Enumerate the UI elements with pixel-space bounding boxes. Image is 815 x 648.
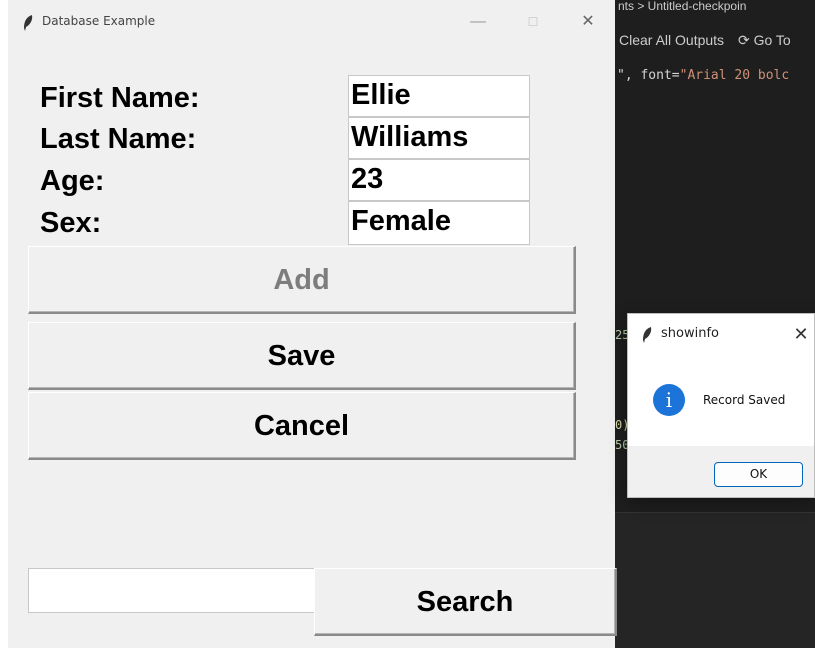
ok-button[interactable]: OK: [714, 462, 803, 487]
clear-all-outputs-button[interactable]: Clear All Outputs: [619, 32, 724, 48]
breadcrumb: nts > Untitled-checkpoin: [615, 0, 815, 12]
age-field[interactable]: 23: [348, 159, 530, 201]
refresh-icon: ⟳: [737, 32, 750, 48]
go-to-button[interactable]: Go To: [754, 32, 791, 48]
database-example-window: Database Example — ☐ ✕ First Name: Last …: [8, 0, 617, 648]
dialog-title: showinfo: [661, 326, 719, 341]
dialog-footer: OK: [628, 446, 814, 497]
last-name-field[interactable]: Williams: [348, 117, 530, 159]
close-button[interactable]: ✕: [573, 10, 603, 34]
showinfo-dialog: showinfo ✕ i Record Saved OK: [627, 313, 815, 498]
info-icon: i: [653, 384, 685, 416]
last-name-label: Last Name:: [40, 123, 197, 155]
editor-lower-pane: [615, 512, 815, 648]
sex-label: Sex:: [40, 207, 102, 239]
search-button[interactable]: Search: [314, 568, 617, 636]
search-input[interactable]: [28, 568, 315, 613]
dialog-message: Record Saved: [703, 393, 786, 407]
window-title: Database Example: [42, 14, 156, 28]
cancel-button[interactable]: Cancel: [28, 392, 576, 460]
code-line: ", font="Arial 20 bolc: [617, 68, 790, 83]
minimize-button[interactable]: —: [463, 10, 493, 34]
feather-icon: [22, 14, 34, 37]
maximize-button[interactable]: ☐: [518, 10, 548, 34]
save-button[interactable]: Save: [28, 322, 576, 390]
window-titlebar: Database Example — ☐ ✕: [8, 0, 615, 48]
sex-field[interactable]: Female: [348, 201, 530, 245]
first-name-label: First Name:: [40, 82, 200, 114]
notebook-toolbar: Clear All Outputs ⟳ Go To: [615, 28, 815, 52]
add-button[interactable]: Add: [28, 246, 576, 314]
dialog-titlebar: showinfo ✕: [628, 314, 815, 352]
dialog-close-button[interactable]: ✕: [788, 322, 814, 346]
first-name-field[interactable]: Ellie: [348, 75, 530, 117]
age-label: Age:: [40, 165, 105, 197]
feather-icon: [641, 326, 653, 349]
